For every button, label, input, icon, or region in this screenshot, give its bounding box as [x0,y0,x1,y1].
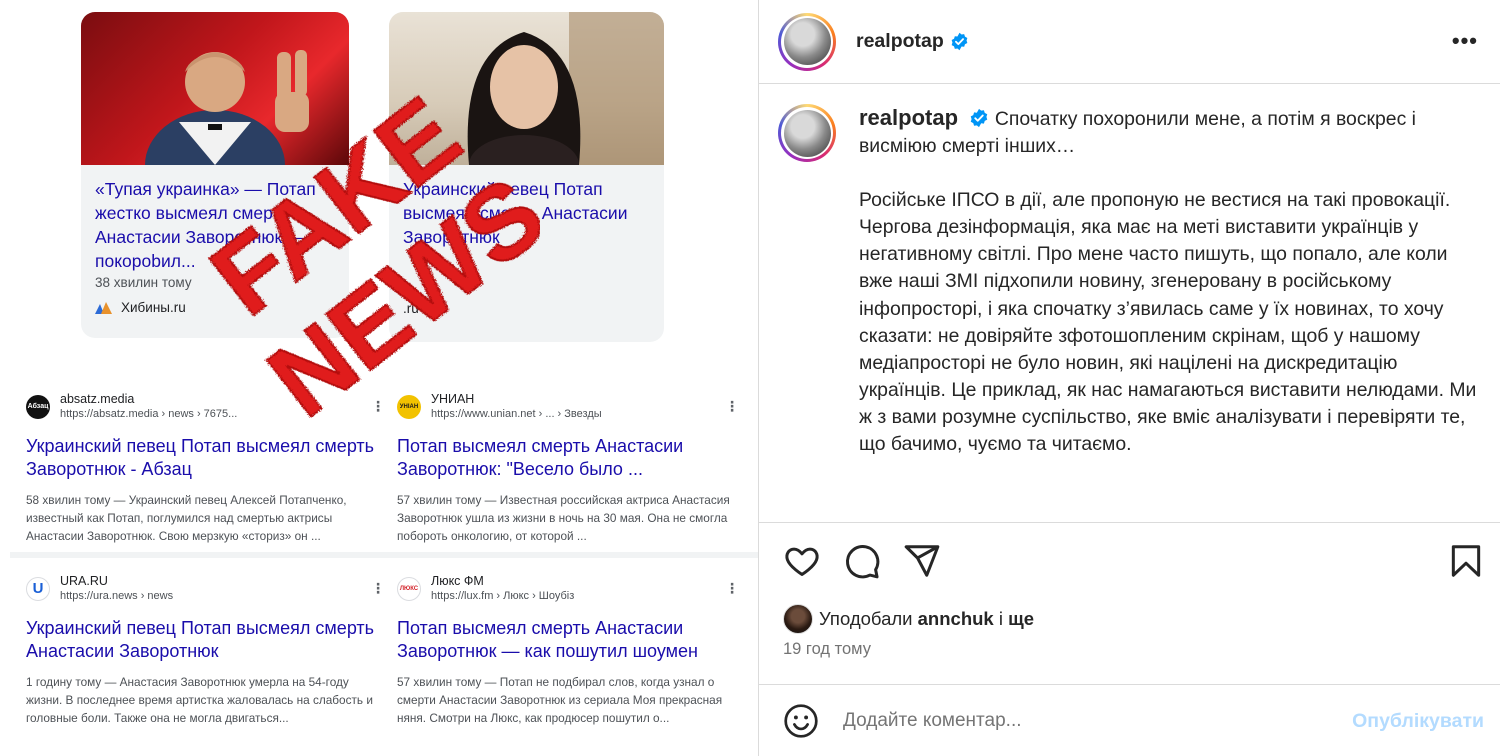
more-icon[interactable]: ••• [1452,28,1478,54]
result-snippet: 57 хвилин тому — Известная российская ак… [397,493,730,543]
result-url[interactable]: https://www.unian.net › ... › Звезды [431,407,602,421]
more-options-icon[interactable]: ⋮ [725,398,739,415]
result-url[interactable]: https://ura.news › news [60,589,173,603]
instagram-post: realpotap ••• realpotap Спочатку похорон… [758,0,1500,756]
caption-username[interactable]: realpotap [859,105,958,130]
result-snippet: 57 хвилин тому — Потап не подбирал слов,… [397,675,723,725]
heart-icon[interactable] [783,542,821,580]
result-title[interactable]: Украинский певец Потап высмеял смерть Ан… [26,617,376,663]
results-divider [10,552,758,558]
result-title[interactable]: Потап высмеял смерть Анастасии Заворотню… [397,617,742,663]
news-card-source-label: .ru [403,301,419,316]
search-results-screenshot: «Тупая украинка» — Потап жестко высмеял … [0,0,758,756]
news-card[interactable]: Украинский певец Потап высмеял смерть Ан… [389,12,664,342]
caption-body: Російське ІПСО в дії, але пропоную не ве… [859,189,1477,456]
post-time[interactable]: 19 год тому [783,640,871,659]
actions-divider [759,522,1500,523]
result-site: УНИАН [431,392,475,406]
post-header: realpotap ••• [759,0,1500,84]
news-card-image [389,12,664,165]
unian-favicon-icon: УНІАН [397,394,421,419]
result-snippet: 58 хвилин тому — Украинский певец Алексе… [26,493,347,543]
likes-more-link[interactable]: ще [1008,608,1034,630]
result-url[interactable]: https://lux.fm › Люкс › Шоубіз [431,589,574,603]
result-title[interactable]: Украинский певец Потап высмеял смерть За… [26,435,376,481]
publish-button[interactable]: Опублікувати [1352,710,1484,733]
more-options-icon[interactable]: ⋮ [725,580,739,597]
news-card[interactable]: «Тупая украинка» — Потап жестко высмеял … [81,12,349,338]
news-card-title[interactable]: Украинский певец Потап высмеял смерть Ан… [389,165,664,273]
caption-avatar[interactable] [778,104,836,162]
news-card-source: Хибины.ru [81,300,349,315]
more-options-icon[interactable]: ⋮ [371,398,385,415]
profile-avatar[interactable] [778,12,836,71]
comment-bar: Опублікувати [759,686,1500,756]
bookmark-icon[interactable] [1447,542,1485,580]
liker-username[interactable]: annchuk [918,608,994,630]
ura-favicon-icon: U [26,576,50,601]
search-result[interactable]: УНІАН УНИАН https://www.unian.net › ... … [397,392,742,545]
share-icon[interactable] [903,542,941,580]
result-title[interactable]: Потап высмеял смерть Анастасии Заворотню… [397,435,742,481]
likes-and: і [998,608,1003,629]
singer-photo [145,50,309,165]
post-caption: realpotap Спочатку похоронили мене, а по… [778,104,1478,458]
comment-icon[interactable] [843,542,881,580]
news-card-source: .ru [389,301,664,316]
result-site: Люкс ФМ [431,574,484,588]
comment-input[interactable] [843,710,1283,732]
news-card-source-label: Хибины.ru [121,300,186,315]
search-result[interactable]: ЛЮКС Люкс ФМ https://lux.fm › Люкс › Шоу… [397,574,742,727]
result-site: URA.RU [60,574,108,588]
search-result[interactable]: U URA.RU https://ura.news › news Украинс… [26,574,376,727]
news-card-title[interactable]: «Тупая украинка» — Потап жестко высмеял … [81,165,349,273]
news-card-time: 38 хвилин тому [95,275,192,290]
source-logo-icon [95,301,112,314]
result-site: absatz.media [60,392,135,406]
likes-row: Уподобали annchuk і ще [783,604,1034,634]
result-url[interactable]: https://absatz.media › news › 7675... [60,407,237,421]
news-card-image [81,12,349,165]
lux-favicon-icon: ЛЮКС [397,576,421,601]
verified-icon [951,32,968,51]
search-result[interactable]: Абзац absatz.media https://absatz.media … [26,392,376,545]
post-author-username[interactable]: realpotap [856,30,944,53]
more-options-icon[interactable]: ⋮ [371,580,385,597]
post-actions [783,542,1483,582]
result-snippet: 1 годину тому — Анастасия Заворотнюк уме… [26,675,373,725]
absatz-favicon-icon: Абзац [26,394,50,419]
comment-divider [759,684,1500,685]
actress-photo [467,12,664,165]
emoji-icon[interactable] [783,703,819,739]
liker-avatar[interactable] [783,604,813,634]
likes-prefix: Уподобали [819,608,913,629]
verified-icon [971,108,988,128]
